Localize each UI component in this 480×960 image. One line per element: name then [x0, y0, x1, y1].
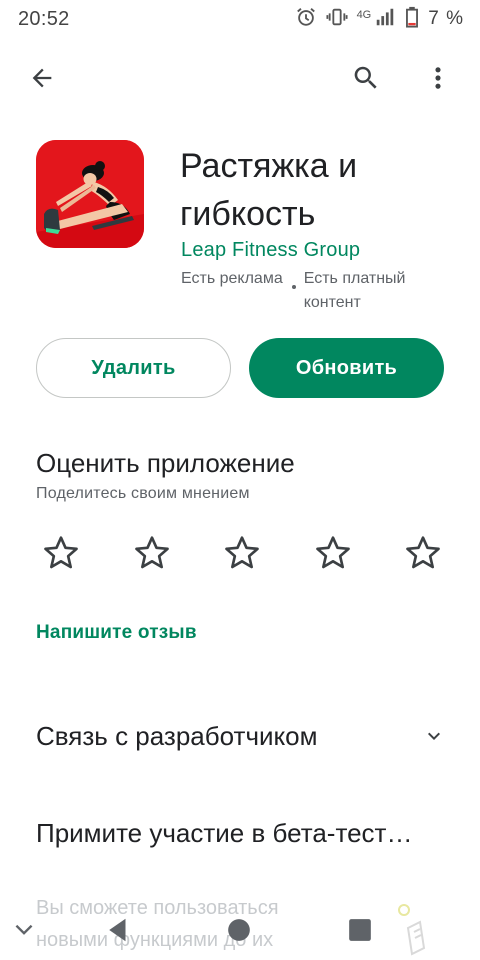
write-review-link[interactable]: Напишите отзыв [36, 622, 197, 644]
search-button[interactable] [344, 56, 388, 100]
rate-app-heading: Оценить приложение [36, 448, 295, 478]
more-options-button[interactable] [416, 56, 460, 100]
star-outline-icon [406, 536, 440, 569]
star-5-button[interactable] [398, 528, 448, 578]
status-bar: 20:52 4G 7 % [0, 0, 480, 38]
star-outline-icon [134, 536, 169, 569]
update-button[interactable]: Обновить [249, 338, 444, 398]
star-1-button[interactable] [36, 528, 86, 578]
star-2-button[interactable] [127, 528, 177, 578]
search-icon [354, 66, 377, 89]
in-app-purchases-label: Есть платный контент [303, 270, 406, 311]
battery-percent: 7 % [428, 8, 464, 29]
nav-back-button[interactable] [94, 906, 142, 954]
network-type-label: 4G [356, 9, 372, 21]
ads-label: Есть реклама [181, 270, 283, 287]
star-rating [36, 528, 448, 578]
rate-app-subtitle: Поделитесь своим мнением [36, 485, 250, 502]
app-bar [0, 48, 480, 108]
vibrate-icon [326, 6, 348, 33]
star-4-button[interactable] [308, 528, 358, 578]
star-outline-icon [315, 536, 350, 569]
app-meta: Есть реклама Есть платный контент [181, 267, 434, 315]
beta-heading: Примите участие в бета-тест… [36, 818, 413, 848]
uninstall-button[interactable]: Удалить [36, 338, 231, 398]
nav-home-button[interactable] [215, 906, 263, 954]
nav-recents-button[interactable] [336, 906, 384, 954]
separator-dot [291, 285, 296, 289]
more-vert-icon [435, 67, 441, 89]
developer-contact-row[interactable]: Связь с разработчиком [36, 710, 446, 762]
nav-hide-button[interactable] [0, 906, 48, 954]
circle-home-icon [228, 919, 250, 941]
status-icons: 4G 7 % [295, 6, 464, 33]
star-outline-icon [44, 536, 78, 569]
stretching-woman-icon [36, 140, 144, 248]
app-icon [36, 140, 144, 248]
star-3-button[interactable] [217, 528, 267, 578]
app-title: Растяжка и гибкость [180, 147, 358, 233]
status-time: 20:52 [18, 7, 70, 30]
chevron-down-icon [15, 924, 33, 935]
star-outline-icon [225, 536, 259, 569]
signal-icon [374, 6, 396, 33]
battery-icon [405, 6, 419, 33]
system-navigation-bar [0, 900, 480, 960]
arrow-left-icon [32, 68, 52, 88]
alarm-icon [295, 6, 317, 33]
chevron-down-icon [428, 732, 440, 740]
back-button[interactable] [20, 56, 64, 100]
square-recents-icon [349, 919, 371, 941]
developer-contact-label: Связь с разработчиком [36, 720, 318, 751]
triangle-back-icon [109, 918, 126, 942]
developer-link[interactable]: Leap Fitness Group [181, 239, 360, 262]
